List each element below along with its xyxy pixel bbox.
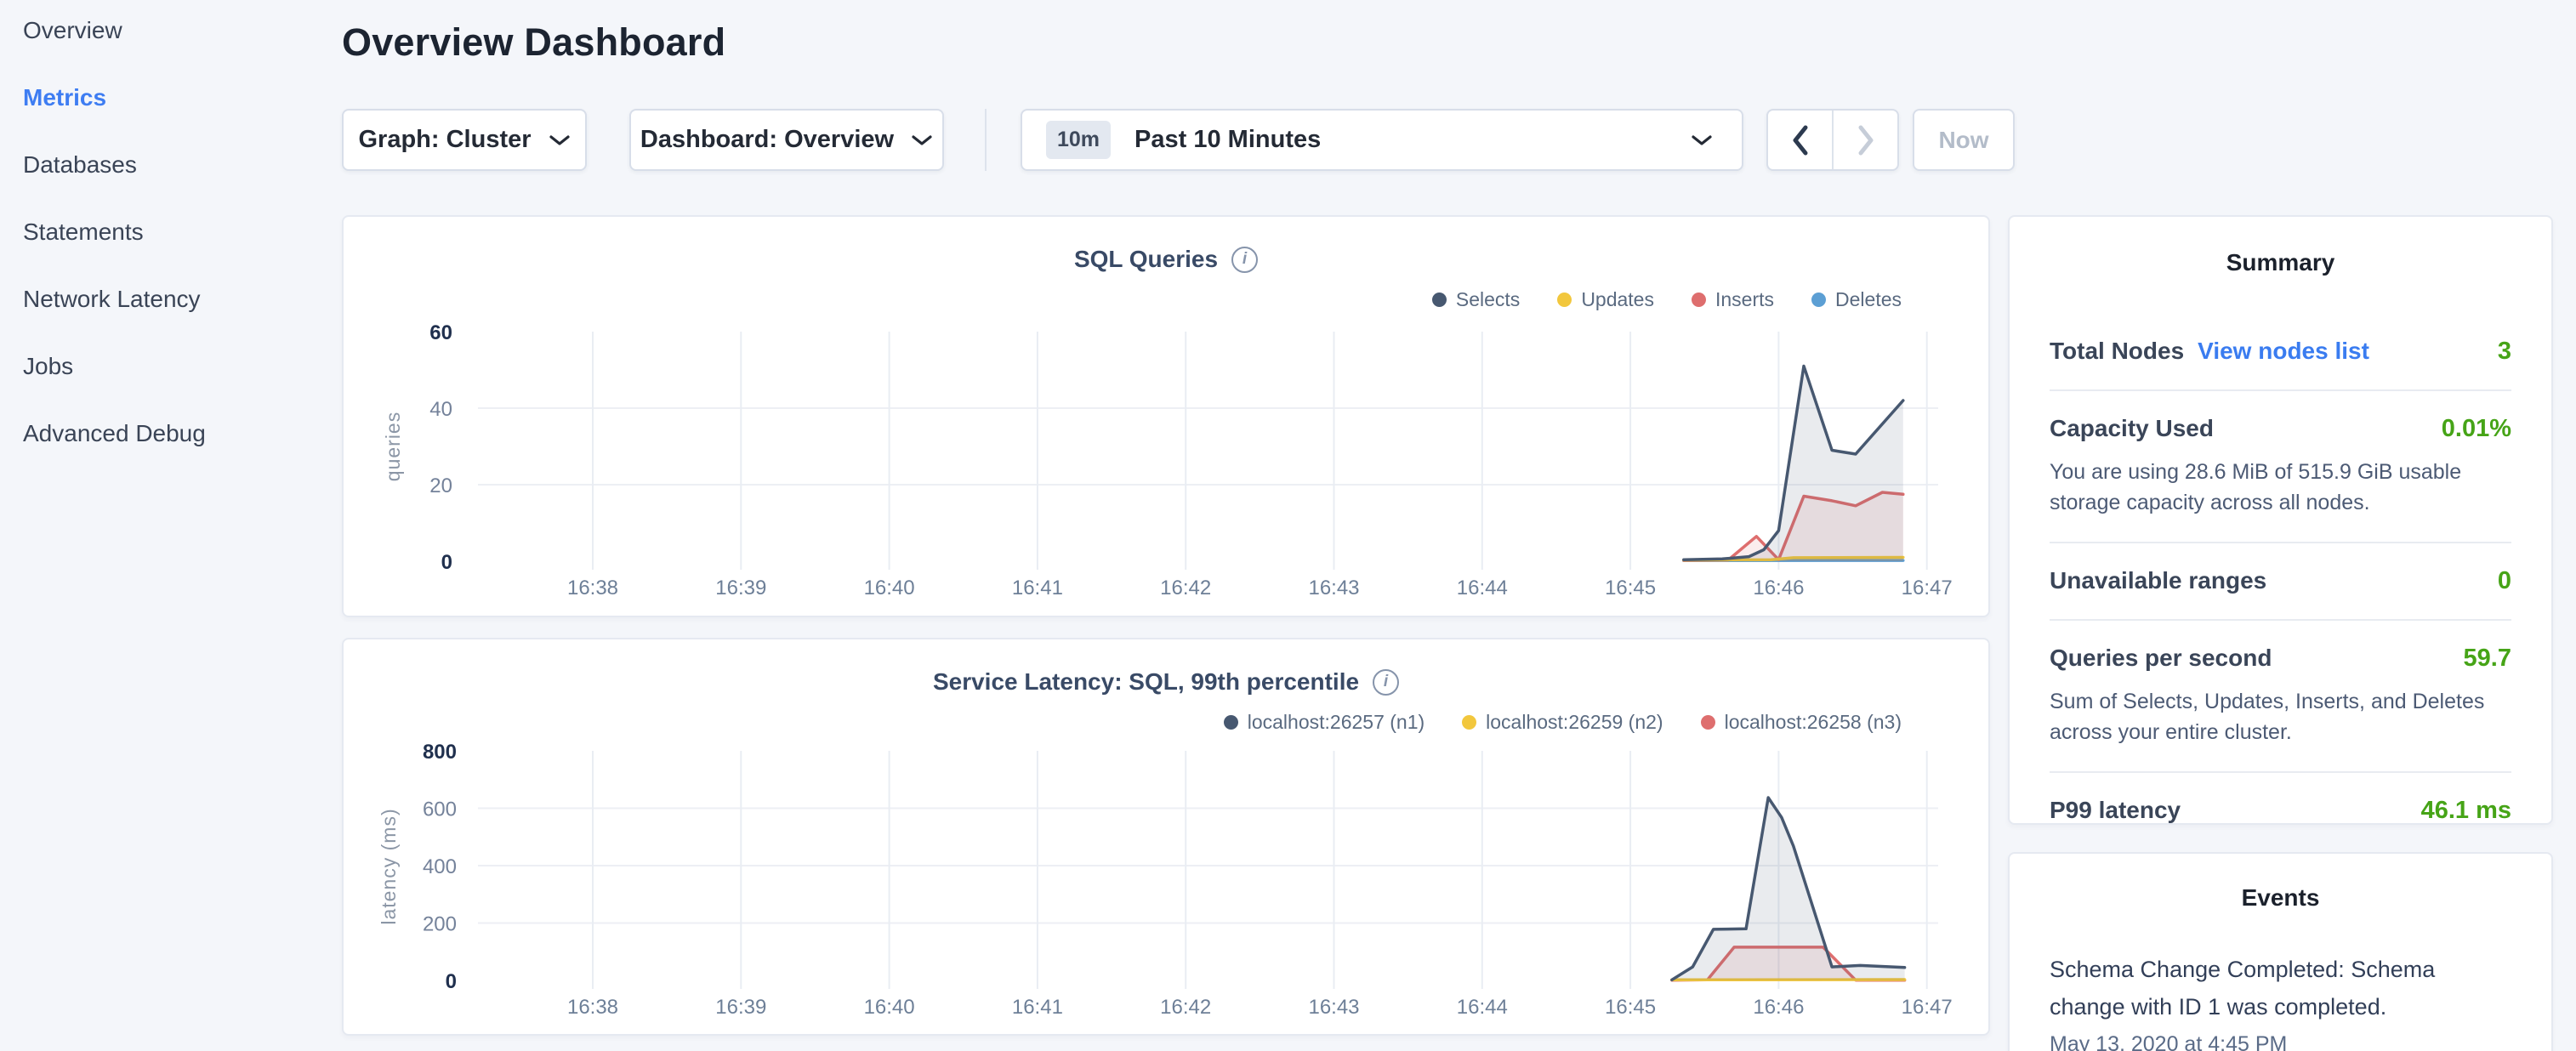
svg-text:16:47: 16:47 <box>1902 996 1953 1019</box>
chevron-down-icon <box>549 134 571 147</box>
svg-text:16:44: 16:44 <box>1457 577 1508 599</box>
svg-text:16:38: 16:38 <box>567 577 618 599</box>
summary-row-p99-latency: P99 latency 46.1 ms <box>2050 797 2511 825</box>
dashboard-dropdown-label: Dashboard: Overview <box>640 126 894 154</box>
svg-text:400: 400 <box>423 855 457 878</box>
svg-text:queries: queries <box>382 412 404 481</box>
summary-row-note: Sum of Selects, Updates, Inserts, and De… <box>2050 686 2511 747</box>
summary-row-value: 46.1 ms <box>2421 797 2511 825</box>
now-button[interactable]: Now <box>1913 109 2015 171</box>
next-time-button[interactable] <box>1834 111 1897 169</box>
sidebar-item-overview[interactable]: Overview <box>23 17 312 43</box>
summary-divider <box>2050 619 2511 621</box>
svg-text:16:40: 16:40 <box>864 577 915 599</box>
summary-row-label: P99 latency <box>2050 797 2181 824</box>
chevron-right-icon <box>1857 125 1875 156</box>
svg-text:200: 200 <box>423 913 457 936</box>
svg-text:16:46: 16:46 <box>1753 996 1804 1019</box>
svg-text:0: 0 <box>441 551 452 574</box>
svg-text:16:38: 16:38 <box>567 996 618 1019</box>
app-root: Overview Metrics Databases Statements Networ… <box>0 0 2576 1051</box>
svg-text:16:45: 16:45 <box>1605 996 1656 1019</box>
graph-dropdown[interactable]: Graph: Cluster <box>342 109 587 171</box>
svg-text:60: 60 <box>429 321 452 344</box>
time-range-label: Past 10 Minutes <box>1134 126 1321 154</box>
event-text: Schema Change Completed: Schema change w… <box>2050 951 2511 1025</box>
summary-row-capacity-used: Capacity Used 0.01% You are using 28.6 MiB… <box>2050 415 2511 518</box>
summary-row-label: Unavailable ranges <box>2050 567 2266 594</box>
svg-text:0: 0 <box>446 970 457 993</box>
sidebar-item-statements[interactable]: Statements <box>23 219 312 244</box>
svg-text:16:41: 16:41 <box>1012 996 1063 1019</box>
dashboard-dropdown[interactable]: Dashboard: Overview <box>629 109 944 171</box>
chevron-down-icon <box>911 134 933 147</box>
svg-text:16:42: 16:42 <box>1160 996 1211 1019</box>
summary-row-total-nodes: Total Nodes View nodes list 3 <box>2050 338 2511 366</box>
summary-row-unavailable-ranges: Unavailable ranges 0 <box>2050 567 2511 595</box>
svg-text:800: 800 <box>423 741 457 764</box>
summary-row-value: 0 <box>2498 567 2511 595</box>
summary-divider <box>2050 771 2511 773</box>
svg-text:16:43: 16:43 <box>1308 996 1359 1019</box>
summary-divider <box>2050 389 2511 391</box>
chevron-left-icon <box>1791 125 1810 156</box>
summary-row-label: Total Nodes <box>2050 338 2184 365</box>
svg-text:40: 40 <box>429 398 452 421</box>
toolbar-divider <box>985 109 987 171</box>
sidebar-item-jobs[interactable]: Jobs <box>23 353 312 378</box>
summary-row-label: Capacity Used <box>2050 415 2214 442</box>
sidebar-item-metrics[interactable]: Metrics <box>23 84 312 110</box>
chevron-down-icon <box>1691 134 1713 147</box>
summary-row-note: You are using 28.6 MiB of 515.9 GiB usab… <box>2050 457 2511 518</box>
prev-time-button[interactable] <box>1768 111 1832 169</box>
svg-text:16:40: 16:40 <box>864 996 915 1019</box>
summary-row-value: 0.01% <box>2442 415 2511 443</box>
view-nodes-list-link[interactable]: View nodes list <box>2198 338 2369 365</box>
sidebar: Overview Metrics Databases Statements Networ… <box>23 17 312 487</box>
service-latency-chart[interactable]: 16:38 16:39 16:40 16:41 16:42 16:43 16:44 16:45… <box>344 639 1992 1037</box>
time-range-dropdown[interactable]: 10m Past 10 Minutes <box>1021 109 1743 171</box>
sidebar-item-databases[interactable]: Databases <box>23 151 312 177</box>
summary-row-value: 3 <box>2498 338 2511 366</box>
svg-text:16:44: 16:44 <box>1457 996 1508 1019</box>
svg-text:latency (ms): latency (ms) <box>378 808 400 924</box>
svg-text:600: 600 <box>423 798 457 821</box>
summary-row-queries-per-second: Queries per second 59.7 Sum of Selects, Up… <box>2050 645 2511 747</box>
summary-divider <box>2050 542 2511 543</box>
summary-title: Summary <box>2050 249 2511 276</box>
summary-panel: Summary Total Nodes View nodes list 3 Capac… <box>2008 215 2553 825</box>
svg-text:16:47: 16:47 <box>1902 577 1953 599</box>
svg-text:16:45: 16:45 <box>1605 577 1656 599</box>
events-panel: Events Schema Change Completed: Schema c… <box>2008 852 2553 1051</box>
service-latency-chart-card: Service Latency: SQL, 99th percentile i … <box>342 638 1990 1036</box>
event-item[interactable]: Schema Change Completed: Schema change w… <box>2050 951 2511 1051</box>
sql-queries-chart[interactable]: 16:38 16:39 16:40 16:41 16:42 16:43 16:44 16:45… <box>344 217 1992 619</box>
time-step-buttons <box>1766 109 1899 171</box>
svg-text:16:39: 16:39 <box>715 996 766 1019</box>
svg-text:16:39: 16:39 <box>715 577 766 599</box>
svg-text:20: 20 <box>429 474 452 497</box>
svg-text:16:42: 16:42 <box>1160 577 1211 599</box>
svg-text:16:43: 16:43 <box>1308 577 1359 599</box>
summary-row-label: Queries per second <box>2050 645 2272 672</box>
time-range-badge: 10m <box>1046 121 1111 159</box>
summary-row-value: 59.7 <box>2464 645 2511 673</box>
sidebar-item-advanced-debug[interactable]: Advanced Debug <box>23 420 312 446</box>
svg-text:16:41: 16:41 <box>1012 577 1063 599</box>
sql-queries-chart-card: SQL Queries i SelectsUpdatesInsertsDelet… <box>342 215 1990 617</box>
sidebar-item-network-latency[interactable]: Network Latency <box>23 286 312 311</box>
events-title: Events <box>2050 884 2511 912</box>
graph-dropdown-label: Graph: Cluster <box>358 126 531 154</box>
event-timestamp: May 13, 2020 at 4:45 PM <box>2050 1032 2511 1051</box>
page-title: Overview Dashboard <box>342 20 725 65</box>
svg-text:16:46: 16:46 <box>1753 577 1804 599</box>
